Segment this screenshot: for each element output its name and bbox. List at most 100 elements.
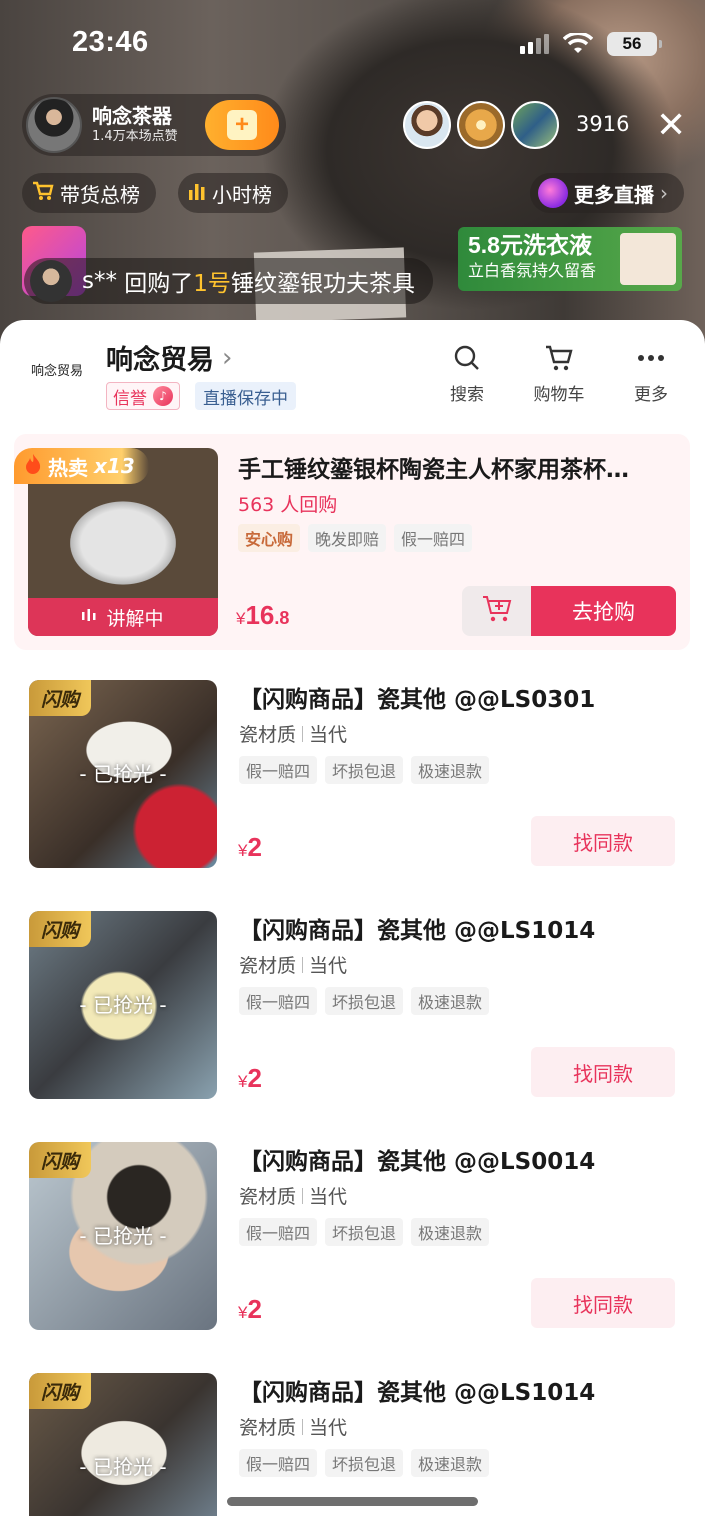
price-value: 2 xyxy=(247,832,262,862)
ad-product-image xyxy=(620,233,676,285)
status-icons: 56 xyxy=(520,32,662,56)
viewer-count[interactable]: 3916 xyxy=(576,112,629,136)
product-title[interactable]: 【闪购商品】瓷其他 @@LS1014 xyxy=(239,911,595,945)
search-label: 搜索 xyxy=(450,385,484,405)
featured-product-card[interactable]: 讲解中 热卖 x13 手工锤纹鎏银杯陶瓷主人杯家用茶杯… 563 人回购 安心购… xyxy=(14,434,690,650)
featured-tags: 安心购 晚发即赔 假一赔四 xyxy=(238,524,473,552)
sales-rank-label: 带货总榜 xyxy=(60,182,140,207)
era: 当代 xyxy=(309,955,348,977)
battery-icon: 56 xyxy=(607,32,662,56)
tag: 安心购 xyxy=(238,524,301,552)
list-item[interactable]: 闪购 - 已抢光 - 【闪购商品】瓷其他 @@LS1014 瓷材质 当代 假一赔四… xyxy=(0,911,705,1111)
repurchase-count: 563 人回购 xyxy=(238,494,338,516)
credit-badge[interactable]: 信誉 ♪ xyxy=(106,382,180,410)
plus-heart-icon: + xyxy=(227,110,257,140)
ad-banner[interactable]: 5.8元洗衣液 立白香氛持久留香 xyxy=(458,227,682,291)
more-label: 更多 xyxy=(634,385,668,405)
viewer-avatar[interactable] xyxy=(403,101,451,149)
find-similar-button[interactable]: 找同款 xyxy=(531,1047,675,1097)
tag: 极速退款 xyxy=(411,987,490,1015)
tag: 晚发即赔 xyxy=(308,524,387,552)
hot-sale-label: 热卖 xyxy=(48,455,88,480)
material: 瓷材质 xyxy=(239,955,297,977)
host-likes: 1.4万本场点赞 xyxy=(92,129,178,144)
notice-number: 1号 xyxy=(193,271,231,297)
follow-button[interactable]: + xyxy=(205,100,279,150)
chevron-right-icon: › xyxy=(660,181,668,205)
sold-out-label: - 已抢光 - xyxy=(79,993,167,1017)
close-icon[interactable]: ✕ xyxy=(656,107,686,143)
more-dots-icon xyxy=(637,342,665,374)
cart-icon xyxy=(32,181,54,206)
flash-sale-badge: 闪购 xyxy=(29,680,92,716)
sheet-actions: 搜索 购物车 更多 xyxy=(437,342,681,405)
sold-out-label: - 已抢光 - xyxy=(79,1455,167,1479)
list-item[interactable]: 闪购 - 已抢光 - 【闪购商品】瓷其他 @@LS0301 瓷材质 当代 假一赔四… xyxy=(0,680,705,880)
notice-action: 回购了 xyxy=(124,271,194,297)
search-button[interactable]: 搜索 xyxy=(437,342,497,405)
home-indicator[interactable] xyxy=(227,1497,478,1506)
hot-sale-badge: 热卖 x13 xyxy=(14,448,149,484)
shop-logo[interactable]: 响念贸易 xyxy=(22,360,92,384)
featured-price: ¥16.8 xyxy=(236,600,289,631)
tag: 极速退款 xyxy=(411,756,490,784)
price-value: 2 xyxy=(247,1063,262,1093)
viewer-avatar[interactable] xyxy=(457,101,505,149)
more-button[interactable]: 更多 xyxy=(621,342,681,405)
price-integer: 16 xyxy=(245,600,275,630)
material: 瓷材质 xyxy=(239,1417,297,1439)
viewer-avatars[interactable] xyxy=(403,101,565,149)
list-item[interactable]: 闪购 - 已抢光 - 【闪购商品】瓷其他 @@LS1014 瓷材质 当代 假一赔四… xyxy=(0,1373,705,1516)
hot-sale-count: x13 xyxy=(94,454,135,478)
status-time: 23:46 xyxy=(72,26,149,58)
sales-rank-chip[interactable]: 带货总榜 xyxy=(22,173,156,213)
cart-button[interactable]: 购物车 xyxy=(529,342,589,405)
cart-icon xyxy=(544,342,574,374)
add-to-cart-button[interactable] xyxy=(462,586,534,636)
list-item[interactable]: 闪购 - 已抢光 - 【闪购商品】瓷其他 @@LS0014 瓷材质 当代 假一赔四… xyxy=(0,1142,705,1342)
product-price: ¥2 xyxy=(238,832,262,863)
search-icon xyxy=(453,342,481,374)
material: 瓷材质 xyxy=(239,724,297,746)
featured-product-title[interactable]: 手工锤纹鎏银杯陶瓷主人杯家用茶杯… xyxy=(238,450,678,484)
live-saving-badge: 直播保存中 xyxy=(195,382,296,410)
host-name: 响念茶器 xyxy=(92,104,172,128)
product-image[interactable]: 闪购 - 已抢光 - xyxy=(29,1373,217,1516)
douyin-badge-icon: ♪ xyxy=(153,386,173,406)
tag: 坏损包退 xyxy=(325,987,404,1015)
hour-rank-chip[interactable]: 小时榜 xyxy=(178,173,288,213)
purchase-notice: s** 回购了 1号 锤纹鎏银功夫茶具 xyxy=(24,258,433,304)
viewer-avatar[interactable] xyxy=(511,101,559,149)
more-live-label: 更多直播 xyxy=(574,182,654,207)
more-live-chip[interactable]: 更多直播 › xyxy=(530,173,684,213)
tag: 坏损包退 xyxy=(325,1449,404,1477)
credit-label: 信誉 xyxy=(113,388,147,409)
wifi-icon xyxy=(563,33,593,53)
product-image[interactable]: 闪购 - 已抢光 - xyxy=(29,911,217,1099)
shop-name-link[interactable]: 响念贸易 › xyxy=(106,338,232,377)
product-image[interactable]: 闪购 - 已抢光 - xyxy=(29,680,217,868)
find-similar-button[interactable]: 找同款 xyxy=(531,816,675,866)
tag: 假一赔四 xyxy=(239,756,318,784)
shop-name: 响念贸易 xyxy=(106,345,214,376)
product-attributes: 瓷材质 当代 xyxy=(239,1182,347,1209)
product-title[interactable]: 【闪购商品】瓷其他 @@LS0301 xyxy=(239,680,595,714)
product-title[interactable]: 【闪购商品】瓷其他 @@LS0014 xyxy=(239,1142,595,1176)
era: 当代 xyxy=(309,724,348,746)
flash-sale-badge: 闪购 xyxy=(29,1142,92,1178)
era: 当代 xyxy=(309,1186,348,1208)
tag: 假一赔四 xyxy=(239,1449,318,1477)
hour-rank-label: 小时榜 xyxy=(212,182,272,207)
product-tags: 假一赔四 坏损包退 极速退款 xyxy=(239,1218,490,1246)
find-similar-button[interactable]: 找同款 xyxy=(531,1278,675,1328)
bar-chart-icon xyxy=(188,181,206,205)
product-image[interactable]: 闪购 - 已抢光 - xyxy=(29,1142,217,1330)
tag: 假一赔四 xyxy=(239,987,318,1015)
sold-out-label: - 已抢光 - xyxy=(79,762,167,786)
host-avatar[interactable] xyxy=(26,97,82,153)
flash-sale-badge: 闪购 xyxy=(29,1373,92,1409)
buy-now-button[interactable]: 去抢购 xyxy=(531,586,676,636)
cart-plus-icon xyxy=(481,594,515,628)
notice-user: s** xyxy=(82,268,117,294)
product-title[interactable]: 【闪购商品】瓷其他 @@LS1014 xyxy=(239,1373,595,1407)
